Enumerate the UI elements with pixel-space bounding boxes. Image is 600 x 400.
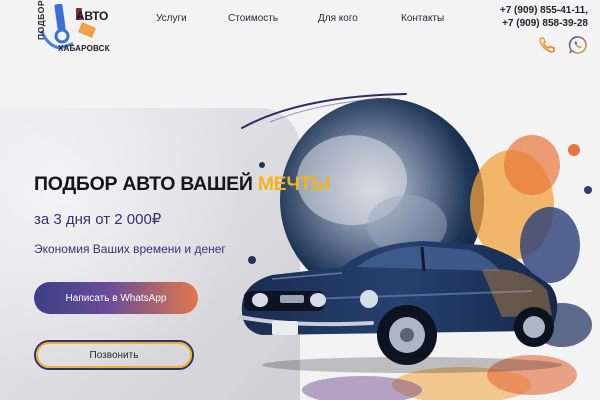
hero-car-artwork <box>238 98 592 400</box>
phone-numbers: +7 (909) 855-41-11, +7 (909) 858-39-28 <box>500 4 588 30</box>
decorative-swoosh <box>241 93 407 129</box>
nav-item-services[interactable]: Услуги <box>156 13 187 24</box>
hero-title-main: ПОДБОР АВТО ВАШЕЙ <box>34 173 258 195</box>
hero-title: ПОДБОР АВТО ВАШЕЙ МЕЧТЫ <box>34 173 330 196</box>
phone-icon[interactable] <box>537 35 557 55</box>
contact-icons <box>537 35 589 55</box>
phone-number-1[interactable]: +7 (909) 855-41-11, <box>500 4 588 17</box>
logo-auto-text: АВТО <box>76 9 109 23</box>
call-button[interactable]: Позвонить <box>34 340 194 370</box>
nav-item-contacts[interactable]: Контакты <box>401 13 444 24</box>
hero-title-accent: МЕЧТЫ <box>257 173 331 195</box>
logo-vertical-text: ПОДБОР <box>36 0 46 40</box>
nav-item-for-whom[interactable]: Для кого <box>318 13 358 24</box>
whatsapp-button[interactable]: Написать в WhatsApp <box>34 282 198 314</box>
logo[interactable]: ПОДБОР АВТО ХАБАРОВСК <box>30 0 114 58</box>
nav-item-pricing[interactable]: Стоимость <box>228 13 278 24</box>
whatsapp-icon[interactable] <box>568 35 588 55</box>
phone-number-2[interactable]: +7 (909) 858-39-28 <box>500 17 588 30</box>
hero-tagline: Экономия Ваших времени и денег <box>34 242 226 256</box>
hero-subtitle: за 3 дня от 2 000₽ <box>34 211 162 228</box>
logo-city-text: ХАБАРОВСК <box>58 44 110 53</box>
